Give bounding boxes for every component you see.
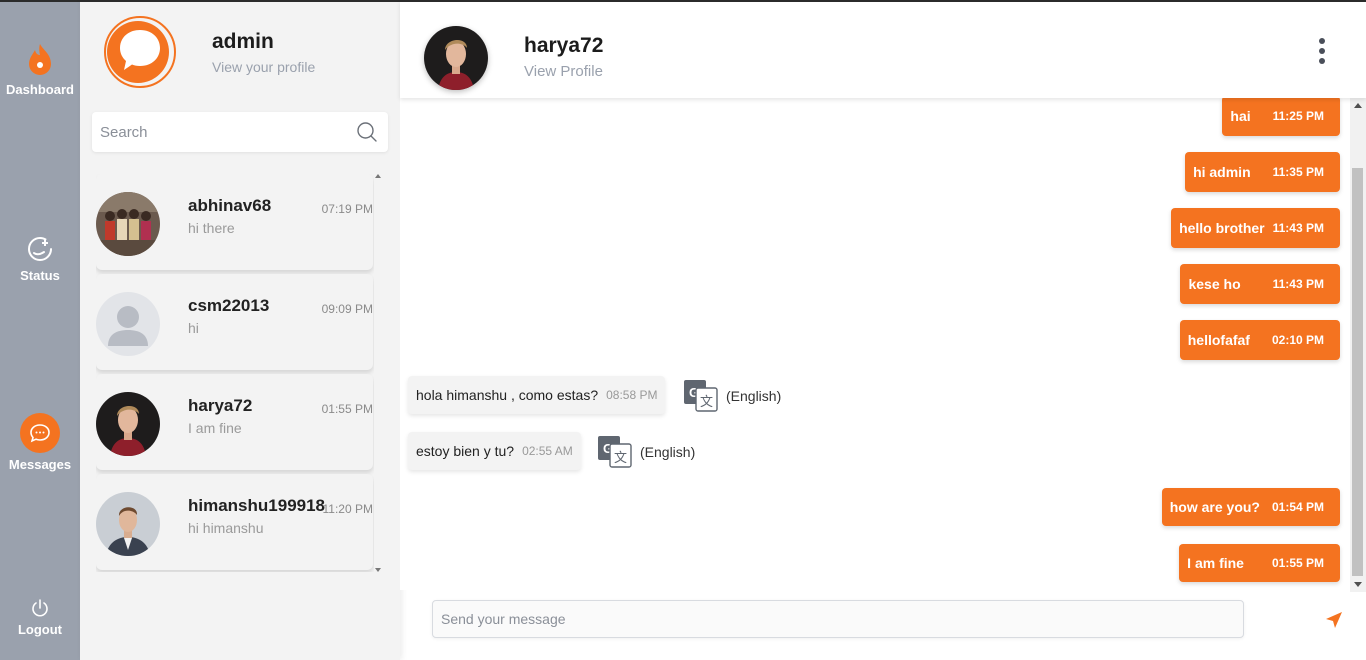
message-time: 02:55 AM xyxy=(522,444,573,458)
avatar xyxy=(96,392,160,456)
default-avatar-icon xyxy=(96,292,160,356)
app-logo xyxy=(104,16,176,88)
view-profile-link[interactable]: View your profile xyxy=(212,59,315,75)
composer xyxy=(432,600,1244,638)
contact-preview: hi xyxy=(188,320,199,336)
nav-rail: Dashboard Status Messages Logout xyxy=(0,0,80,660)
message-text: hellofafaf xyxy=(1187,332,1250,348)
nav-messages[interactable]: Messages xyxy=(0,413,80,472)
message-text: kese ho xyxy=(1188,276,1241,292)
message-text: hola himanshu , como estas? xyxy=(416,387,599,403)
translate-button[interactable]: G 文 (English) xyxy=(684,380,781,412)
profile-name: admin xyxy=(212,30,274,53)
contact-preview: hi there xyxy=(188,220,235,236)
message-time: 01:55 PM xyxy=(1271,556,1324,570)
contact-name: harya72 xyxy=(188,396,253,415)
message-text: estoy bien y tu? xyxy=(416,443,515,459)
message-outgoing: hellofafaf 02:10 PM xyxy=(1179,320,1340,360)
svg-text:文: 文 xyxy=(614,451,627,466)
google-translate-icon: G 文 xyxy=(598,436,632,468)
message-outgoing: hai 11:25 PM xyxy=(1222,98,1340,136)
power-icon xyxy=(32,599,48,617)
contact-item[interactable]: himanshu199918 hi himanshu 11:20 PM xyxy=(96,474,373,570)
nav-messages-label: Messages xyxy=(8,457,72,472)
contact-name: himanshu199918 xyxy=(188,496,326,515)
search-input[interactable] xyxy=(92,112,342,152)
scroll-down-icon[interactable] xyxy=(1354,582,1362,587)
contact-name: csm22013 xyxy=(188,296,270,315)
translate-button[interactable]: G 文 (English) xyxy=(598,436,695,468)
message-time: 11:43 PM xyxy=(1272,277,1324,291)
message-text: hi admin xyxy=(1193,164,1251,180)
more-options-icon[interactable] xyxy=(1314,38,1330,66)
message-time: 01:54 PM xyxy=(1271,500,1324,514)
contact-preview: I am fine xyxy=(188,420,242,436)
avatar[interactable] xyxy=(424,26,488,90)
message-outgoing: hi admin 11:35 PM xyxy=(1185,152,1340,192)
contacts-panel: admin View your profile abhinav68 xyxy=(80,0,400,660)
status-icon xyxy=(28,237,52,261)
message-text: hai xyxy=(1230,108,1251,124)
contact-name: abhinav68 xyxy=(188,196,272,215)
contact-time: 07:19 PM xyxy=(321,202,373,216)
message-time: 08:58 PM xyxy=(606,388,658,402)
message-time: 02:10 PM xyxy=(1271,333,1324,347)
message-input[interactable] xyxy=(433,601,1243,637)
contact-time: 01:55 PM xyxy=(321,402,373,416)
message-outgoing: kese ho 11:43 PM xyxy=(1180,264,1340,304)
message-time: 11:25 PM xyxy=(1272,109,1324,123)
nav-logout[interactable]: Logout xyxy=(0,598,80,637)
nav-status-label: Status xyxy=(20,268,60,283)
contact-time: 11:20 PM xyxy=(322,502,373,516)
view-contact-profile-link[interactable]: View Profile xyxy=(524,63,603,80)
message-text: how are you? xyxy=(1169,499,1260,515)
google-translate-icon: G 文 xyxy=(684,380,718,412)
message-time: 11:35 PM xyxy=(1272,165,1324,179)
search-icon[interactable] xyxy=(356,121,378,143)
message-incoming: estoy bien y tu? 02:55 AM xyxy=(408,432,581,470)
send-icon[interactable] xyxy=(1324,610,1344,630)
search-box xyxy=(92,112,388,152)
translate-label: (English) xyxy=(640,444,696,460)
contact-item[interactable]: csm22013 hi 09:09 PM xyxy=(96,274,373,370)
nav-dashboard-label: Dashboard xyxy=(6,82,74,97)
contact-preview: hi himanshu xyxy=(188,520,264,536)
contact-item[interactable]: abhinav68 hi there 07:19 PM xyxy=(96,174,373,270)
nav-dashboard[interactable]: Dashboard xyxy=(0,42,80,97)
flame-icon xyxy=(29,44,51,75)
message-area: hai 11:25 PM hi admin 11:35 PM hello bro… xyxy=(400,98,1350,590)
message-text: I am fine xyxy=(1187,555,1244,571)
chat-contact-name: harya72 xyxy=(524,34,604,57)
contact-item[interactable]: harya72 I am fine 01:55 PM xyxy=(96,374,373,470)
scroll-down-icon[interactable] xyxy=(375,568,381,572)
chat-header: harya72 View Profile xyxy=(400,0,1366,98)
nav-logout-label: Logout xyxy=(17,622,63,637)
messages-icon xyxy=(20,413,60,453)
nav-status[interactable]: Status xyxy=(0,234,80,283)
message-incoming: hola himanshu , como estas? 08:58 PM xyxy=(408,376,666,414)
message-outgoing: how are you? 01:54 PM xyxy=(1161,488,1340,526)
scroll-up-icon[interactable] xyxy=(375,174,381,178)
message-outgoing: hello brother 11:43 PM xyxy=(1171,208,1340,248)
chat-scrollbar[interactable] xyxy=(1350,98,1366,592)
message-text: hello brother xyxy=(1179,220,1265,236)
contact-time: 09:09 PM xyxy=(321,302,373,316)
contact-list: abhinav68 hi there 07:19 PM csm22013 hi … xyxy=(96,174,374,572)
scroll-up-icon[interactable] xyxy=(1354,103,1362,108)
svg-text:文: 文 xyxy=(700,395,713,410)
scroll-thumb[interactable] xyxy=(1352,168,1363,576)
avatar xyxy=(96,492,160,556)
message-time: 11:43 PM xyxy=(1272,221,1324,235)
message-outgoing: I am fine 01:55 PM xyxy=(1179,544,1340,582)
translate-label: (English) xyxy=(726,388,782,404)
avatar xyxy=(96,192,160,256)
contact-list-scrollbar[interactable] xyxy=(374,174,382,572)
